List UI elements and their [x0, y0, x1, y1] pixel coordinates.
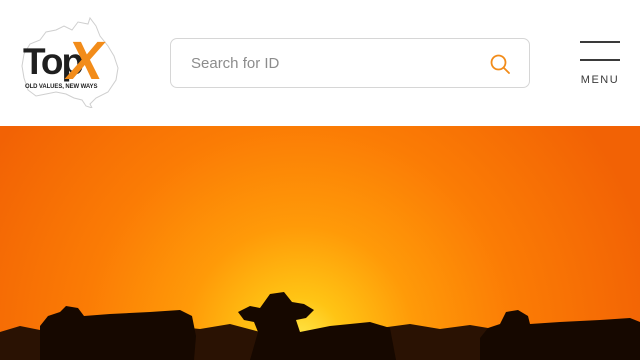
topx-logo[interactable]: Top X OLD VALUES, NEW WAYS: [16, 16, 126, 108]
hamburger-icon-bar: [580, 41, 620, 43]
hero-banner: [0, 126, 640, 360]
search-input[interactable]: [191, 49, 491, 77]
hamburger-icon-bar: [580, 59, 620, 61]
logo-tagline: OLD VALUES, NEW WAYS: [25, 84, 98, 90]
search-icon[interactable]: [489, 53, 511, 75]
hero-image: [0, 126, 640, 360]
search-box[interactable]: [170, 38, 530, 88]
menu-button[interactable]: MENU: [576, 38, 624, 92]
logo-x-mark: X: [67, 31, 104, 91]
site-header: Top X OLD VALUES, NEW WAYS MENU: [0, 0, 640, 126]
menu-label: MENU: [580, 74, 620, 86]
